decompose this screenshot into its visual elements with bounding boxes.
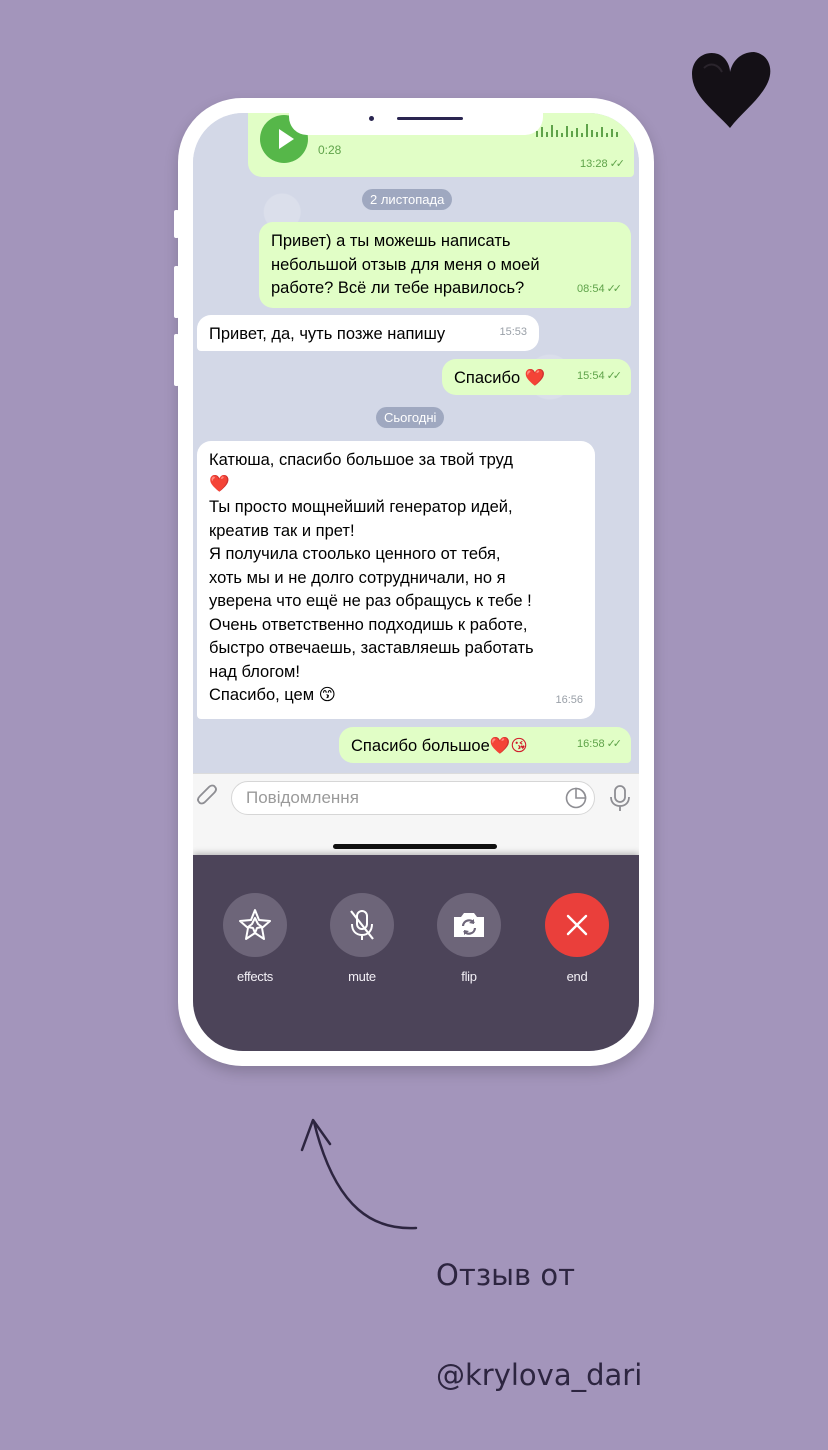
call-controls-panel: effects mute flip end	[193, 855, 639, 1051]
waveform	[536, 124, 618, 137]
message-time: 16:58 ✓✓	[577, 737, 623, 750]
effects-star-icon[interactable]	[223, 893, 287, 957]
camera-dot	[369, 116, 374, 121]
read-ticks-icon: ✓✓	[606, 737, 623, 750]
message-text: Спасибо, цем	[209, 686, 315, 704]
home-indicator	[333, 844, 497, 849]
heart-emoji: ❤️	[524, 369, 546, 387]
message-time: 15:54 ✓✓	[577, 369, 623, 382]
message-incoming[interactable]: Катюша, спасибо большое за твой труд ❤️ …	[197, 441, 595, 719]
read-ticks-icon: ✓✓	[606, 282, 623, 295]
side-button	[174, 210, 179, 238]
microphone-icon[interactable]	[607, 784, 633, 812]
flip-label: flip	[461, 969, 477, 984]
sticker-icon[interactable]	[565, 787, 587, 809]
effects-label: effects	[237, 969, 273, 984]
mute-label: mute	[348, 969, 376, 984]
read-ticks-icon: ✓✓	[606, 369, 623, 382]
message-outgoing[interactable]: Спасибо большое❤️😘 16:58 ✓✓	[339, 727, 631, 763]
paperclip-icon[interactable]	[195, 784, 221, 810]
message-time: 16:56	[555, 693, 583, 706]
message-incoming[interactable]: Привет, да, чуть позже напишу 15:53	[197, 315, 539, 351]
close-icon[interactable]	[545, 893, 609, 957]
end-call-button[interactable]: end	[545, 893, 609, 984]
mute-button[interactable]: mute	[330, 893, 394, 984]
phone-notch	[289, 113, 543, 135]
message-time: 08:54 ✓✓	[577, 282, 623, 295]
message-text: Катюша, спасибо большое за твой труд	[209, 451, 513, 469]
phone-screen: 0:28 13:28 ✓✓ 2 листопада Привет) а ты мо…	[193, 113, 639, 1051]
camera-flip-icon[interactable]	[437, 893, 501, 957]
arrow-icon	[300, 1118, 418, 1230]
message-text: Спасибо большое	[351, 737, 490, 755]
caption-line: Отзыв от	[436, 1258, 575, 1292]
heart-emoji: ❤️	[209, 474, 230, 493]
date-separator: Сьогодні	[376, 407, 445, 428]
side-button	[174, 334, 179, 386]
message-text: Привет) а ты можешь написать небольшой о…	[271, 232, 540, 297]
message-text: Ты просто мощнейший генератор идей, креа…	[209, 498, 534, 681]
voice-duration: 0:28	[318, 143, 342, 157]
kiss-emoji: 😙	[318, 686, 336, 704]
caption-handle: @krylova_dari	[436, 1358, 643, 1392]
message-text: Привет, да, чуть позже напишу	[209, 325, 446, 343]
read-ticks-icon: ✓✓	[609, 158, 626, 170]
side-button	[174, 266, 179, 318]
flip-button[interactable]: flip	[437, 893, 501, 984]
mute-mic-icon[interactable]	[330, 893, 394, 957]
message-outgoing[interactable]: Привет) а ты можешь написать небольшой о…	[259, 222, 631, 308]
message-text: Спасибо	[454, 369, 521, 387]
phone-mockup: 0:28 13:28 ✓✓ 2 листопада Привет) а ты мо…	[174, 98, 654, 1066]
message-outgoing[interactable]: Спасибо ❤️ 15:54 ✓✓	[442, 359, 631, 395]
emoji: ❤️😘	[489, 737, 528, 755]
heart-doodle-icon	[692, 52, 771, 128]
caption: Отзыв от @krylova_dari	[436, 1200, 642, 1450]
message-time: 13:28 ✓✓	[580, 158, 626, 170]
end-label: end	[566, 969, 588, 984]
message-time: 15:53	[499, 325, 527, 338]
effects-button[interactable]: effects	[223, 893, 287, 984]
message-composer	[193, 773, 639, 856]
speaker-grille	[397, 117, 463, 120]
message-input[interactable]	[231, 781, 595, 815]
date-separator: 2 листопада	[362, 189, 453, 210]
